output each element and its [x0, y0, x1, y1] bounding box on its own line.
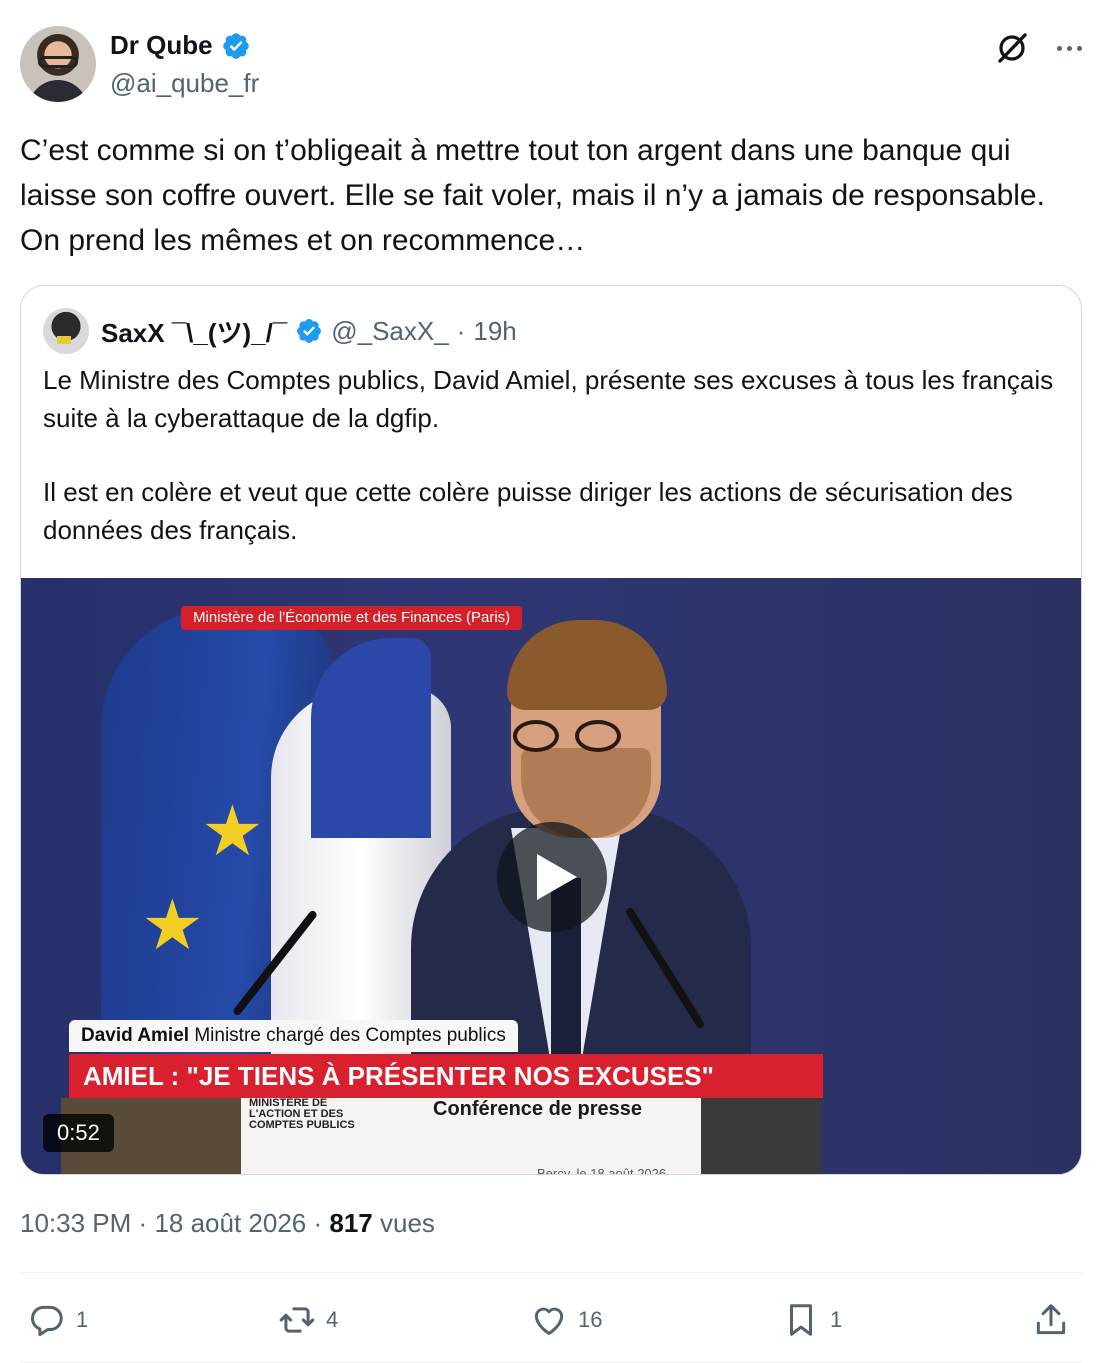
bookmark-count: 1 — [830, 1307, 843, 1332]
bookmark-button[interactable]: 1 — [782, 1296, 842, 1344]
reply-icon — [30, 1305, 63, 1337]
quoted-author-handle[interactable]: @_SaxX_ — [331, 316, 448, 347]
avatar-glasses — [38, 56, 78, 68]
verified-badge-icon — [297, 319, 322, 343]
share-icon — [1036, 1304, 1066, 1335]
tweet-time[interactable]: 10:33 PM — [20, 1208, 131, 1238]
retweet-button[interactable]: 4 — [278, 1296, 338, 1344]
tweet-meta: 10:33 PM · 18 août 2026 · 817 vues — [20, 1208, 435, 1239]
tweet-text: C’est comme si on t’obligeait à mettre t… — [20, 134, 1045, 257]
retweet-icon — [279, 1307, 315, 1333]
avatar-shirt — [28, 80, 88, 102]
speaker-name: David Amiel — [81, 1025, 190, 1046]
quoted-author-display-name[interactable]: SaxX ¯\_(ツ)_/¯ — [101, 313, 287, 350]
grok-icon[interactable] — [994, 30, 1030, 66]
quoted-tweet-text: Le Ministre des Comptes publics, David A… — [43, 362, 1063, 586]
quoted-paragraph-2: Il est en colère et veut que cette colèr… — [43, 477, 1013, 545]
verified-badge-icon[interactable] — [221, 31, 251, 61]
podium-ministry: MINISTÈRE DE L'ACTION ET DES COMPTES PUB… — [249, 1097, 355, 1131]
views-label: vues — [380, 1208, 435, 1238]
quoted-tweet[interactable]: SaxX ¯\_(ツ)_/¯ @_SaxX_ · 19h Le Ministre… — [20, 285, 1082, 1175]
author-display-name[interactable]: Dr Qube — [110, 30, 213, 61]
share-button[interactable] — [1032, 1296, 1070, 1344]
heart-icon — [534, 1307, 564, 1335]
podium-right — [701, 1098, 821, 1174]
like-button[interactable]: 16 — [530, 1296, 602, 1344]
location-banner: Ministère de l'Économie et des Finances … — [181, 606, 523, 630]
author-name-row: Dr Qube — [110, 30, 251, 61]
separator-dot: · — [138, 1208, 148, 1238]
author-avatar[interactable] — [20, 26, 96, 102]
podium-title: Conférence de presse — [433, 1098, 642, 1120]
tweet-header: Dr Qube @ai_qube_fr — [20, 24, 1086, 104]
video-player[interactable]: ★ ★ ★ Ministère de l'Économie et des Fin… — [21, 578, 1081, 1175]
separator-dot: · — [456, 315, 466, 346]
speaker-glasses — [513, 720, 633, 754]
bookmark-icon — [789, 1304, 813, 1336]
divider — [20, 1272, 1082, 1273]
video-duration: 0:52 — [43, 1114, 114, 1152]
speaker-lower-third: David Amiel Ministre chargé des Comptes … — [69, 1020, 518, 1052]
like-count: 16 — [578, 1307, 603, 1332]
tweet-date[interactable]: 18 août 2026 — [154, 1208, 306, 1238]
more-icon[interactable] — [1052, 36, 1086, 60]
news-headline: AMIEL : "JE TIENS À PRÉSENTER NOS EXCUSE… — [69, 1054, 823, 1098]
french-flag-blue — [311, 638, 431, 838]
author-handle[interactable]: @ai_qube_fr — [110, 68, 259, 99]
separator-dot: · — [313, 1208, 323, 1238]
quoted-tweet-header: SaxX ¯\_(ツ)_/¯ @_SaxX_ · 19h — [43, 308, 517, 354]
quoted-author-avatar[interactable] — [43, 308, 89, 354]
flag-star: ★ — [201, 792, 264, 870]
play-icon — [537, 854, 577, 900]
podium-date: Bercy, le 18 août 2026 — [537, 1166, 667, 1175]
reply-count: 1 — [76, 1307, 89, 1332]
quoted-paragraph-1: Le Ministre des Comptes publics, David A… — [43, 365, 1054, 433]
speaker-title: Ministre chargé des Comptes publics — [194, 1025, 506, 1046]
quoted-tweet-time[interactable]: 19h — [473, 316, 516, 347]
retweet-count: 4 — [326, 1307, 339, 1332]
reply-button[interactable]: 1 — [28, 1296, 88, 1344]
play-button[interactable] — [497, 822, 607, 932]
flag-star: ★ — [141, 886, 204, 964]
views-count: 817 — [329, 1208, 373, 1238]
action-bar: 1 4 16 1 — [20, 1296, 1082, 1344]
